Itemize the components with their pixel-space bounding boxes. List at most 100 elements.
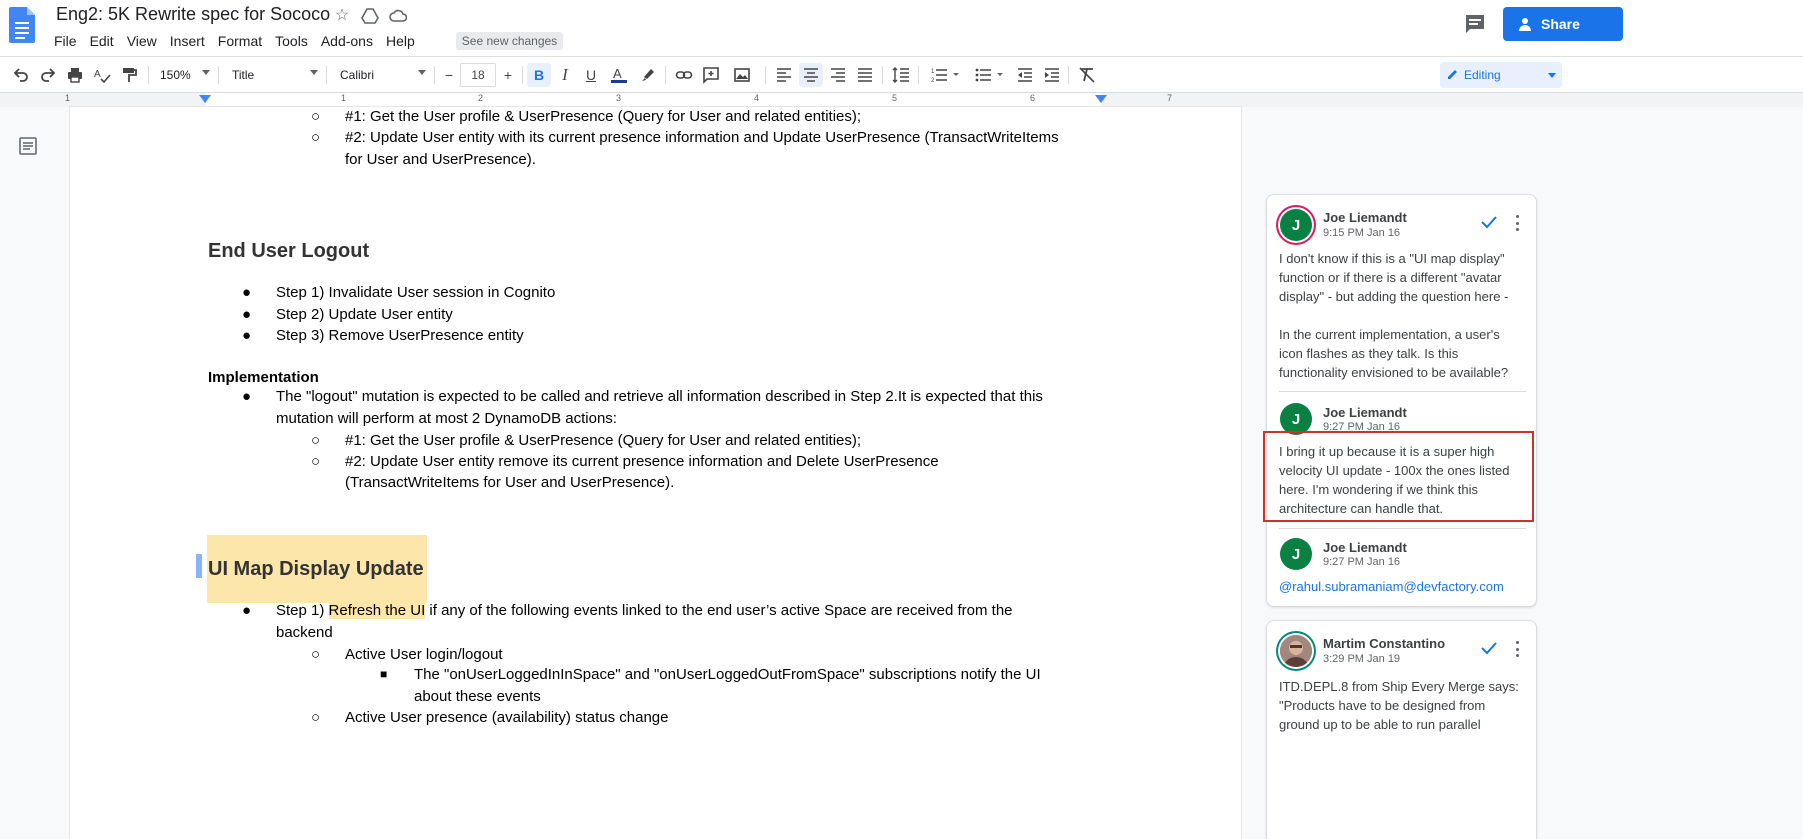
- google-docs-window: Eng2: 5K Rewrite spec for Sococo ☆ File …: [0, 0, 1803, 839]
- ruler-number: 2: [478, 93, 484, 103]
- mention-link[interactable]: @rahul.subramaniam@devfactory.com: [1279, 577, 1531, 596]
- editing-mode-button[interactable]: Editing: [1440, 62, 1562, 88]
- docs-logo-icon[interactable]: [9, 7, 35, 43]
- font-select[interactable]: Calibri: [336, 63, 428, 87]
- decrease-font-size-button[interactable]: −: [440, 63, 458, 87]
- menu-file[interactable]: File: [54, 33, 84, 49]
- comment-line: I don't know if this is a "UI map displa…: [1279, 251, 1505, 266]
- align-right-icon[interactable]: [827, 63, 849, 87]
- highlight-icon[interactable]: [637, 63, 659, 87]
- text-line: The "onUserLoggedInInSpace" and "onUserL…: [414, 666, 1041, 683]
- resolve-check-icon[interactable]: [1479, 212, 1499, 232]
- bulleted-list-icon[interactable]: [972, 63, 1008, 87]
- text-line: about these events: [414, 688, 541, 705]
- document-title[interactable]: Eng2: 5K Rewrite spec for Sococo: [56, 4, 330, 25]
- filled-bullet: ●: [242, 306, 252, 323]
- more-options-icon[interactable]: [1516, 215, 1520, 231]
- ruler-number: 7: [1167, 93, 1173, 103]
- font-value: Calibri: [340, 68, 375, 82]
- clear-formatting-icon[interactable]: [1076, 63, 1098, 87]
- comment-anchor-marker[interactable]: [196, 554, 202, 578]
- commented-text[interactable]: Refresh the UI: [328, 602, 426, 619]
- title-bar: Eng2: 5K Rewrite spec for Sococo ☆ File …: [0, 0, 1803, 56]
- heading-ui-map-display-update: UI Map Display Update: [207, 535, 427, 603]
- formatting-toolbar: A 150% Title Calibri − 18 + B I U A 12 E…: [0, 56, 1803, 93]
- undo-icon[interactable]: [11, 63, 31, 87]
- link-icon[interactable]: [673, 63, 695, 87]
- line-spacing-icon[interactable]: [890, 63, 912, 87]
- comment-thread[interactable]: Martim Constantino 3:29 PM Jan 19 ITD.DE…: [1266, 620, 1537, 839]
- move-to-drive-icon[interactable]: [361, 7, 379, 25]
- comment-body: I don't know if this is a "UI map displa…: [1279, 249, 1531, 382]
- avatar: J: [1280, 538, 1312, 570]
- svg-text:A: A: [613, 66, 622, 81]
- comment-time: 9:15 PM Jan 16: [1323, 227, 1401, 239]
- horizontal-ruler[interactable]: 1 1 2 3 4 5 6 7: [0, 93, 1803, 107]
- right-indent-marker[interactable]: [1095, 95, 1107, 103]
- document-page[interactable]: ○ #1: Get the User profile & UserPresenc…: [70, 107, 1241, 839]
- text-line: #1: Get the User profile & UserPresence …: [345, 108, 862, 125]
- resolve-check-icon[interactable]: [1479, 638, 1499, 658]
- numbered-list-icon[interactable]: 12: [928, 63, 964, 87]
- zoom-select[interactable]: 150%: [156, 63, 212, 87]
- comment-history-icon[interactable]: [1464, 13, 1486, 35]
- menu-bar: File Edit View Insert Format Tools Add-o…: [54, 32, 564, 50]
- redo-icon[interactable]: [38, 63, 58, 87]
- align-center-icon[interactable]: [799, 63, 823, 87]
- avatar: J: [1280, 209, 1312, 241]
- align-left-icon[interactable]: [773, 63, 795, 87]
- text-color-icon[interactable]: A: [608, 63, 630, 87]
- comment-line: icon flashes as they talk. Is this: [1279, 346, 1459, 361]
- divider: [1279, 391, 1526, 392]
- increase-indent-icon[interactable]: [1041, 63, 1063, 87]
- menu-insert[interactable]: Insert: [170, 33, 212, 49]
- italic-icon[interactable]: I: [554, 63, 576, 87]
- hollow-bullet: ○: [311, 646, 321, 663]
- document-outline-icon[interactable]: [18, 136, 38, 156]
- print-icon[interactable]: [65, 63, 85, 87]
- spellcheck-icon[interactable]: A: [92, 63, 112, 87]
- style-value: Title: [232, 68, 255, 82]
- implementation-label: Implementation: [208, 369, 319, 386]
- menu-format[interactable]: Format: [218, 33, 269, 49]
- zoom-value: 150%: [160, 68, 191, 82]
- list-item: Step 1) Invalidate User session in Cogni…: [276, 284, 556, 301]
- list-item: Step 3) Remove UserPresence entity: [276, 327, 524, 344]
- menu-view[interactable]: View: [127, 33, 164, 49]
- image-icon[interactable]: [727, 63, 757, 87]
- bold-icon[interactable]: B: [527, 63, 551, 87]
- ruler-number: 5: [892, 93, 898, 103]
- menu-help[interactable]: Help: [386, 33, 422, 49]
- more-options-icon[interactable]: [1516, 641, 1520, 657]
- share-button[interactable]: Share: [1503, 7, 1623, 41]
- menu-addons[interactable]: Add-ons: [321, 33, 380, 49]
- add-comment-icon[interactable]: [700, 63, 722, 87]
- comment-line: In the current implementation, a user's: [1279, 327, 1500, 342]
- list-item: Step 2) Update User entity: [276, 306, 453, 323]
- comment-thread[interactable]: J Joe Liemandt 9:15 PM Jan 16 I don't kn…: [1266, 194, 1537, 607]
- comment-line: ground up to be able to run parallel: [1279, 717, 1481, 732]
- svg-text:1: 1: [931, 69, 935, 75]
- paragraph-style-select[interactable]: Title: [228, 63, 320, 87]
- comment-line: ITD.DEPL.8 from Ship Every Merge says:: [1279, 679, 1519, 694]
- menu-edit[interactable]: Edit: [90, 33, 121, 49]
- comment-author: Joe Liemandt: [1323, 405, 1407, 420]
- ruler-number: 1: [65, 93, 71, 103]
- justify-icon[interactable]: [854, 63, 876, 87]
- filled-bullet: ●: [242, 388, 252, 405]
- ruler-number: 6: [1030, 93, 1036, 103]
- font-size-input[interactable]: 18: [460, 63, 496, 87]
- person-lock-icon: [1519, 18, 1531, 31]
- step-text: if any of the following events linked to…: [425, 602, 1013, 619]
- left-indent-marker[interactable]: [199, 95, 211, 103]
- cloud-saved-icon[interactable]: [389, 7, 408, 25]
- underline-icon[interactable]: U: [580, 63, 602, 87]
- increase-font-size-button[interactable]: +: [499, 63, 517, 87]
- see-new-changes-button[interactable]: See new changes: [455, 32, 564, 50]
- menu-tools[interactable]: Tools: [275, 33, 315, 49]
- decrease-indent-icon[interactable]: [1014, 63, 1036, 87]
- star-icon[interactable]: ☆: [333, 7, 351, 25]
- paint-format-icon[interactable]: [119, 63, 139, 87]
- chevron-down-icon: [1548, 73, 1556, 78]
- square-bullet: ■: [380, 667, 388, 681]
